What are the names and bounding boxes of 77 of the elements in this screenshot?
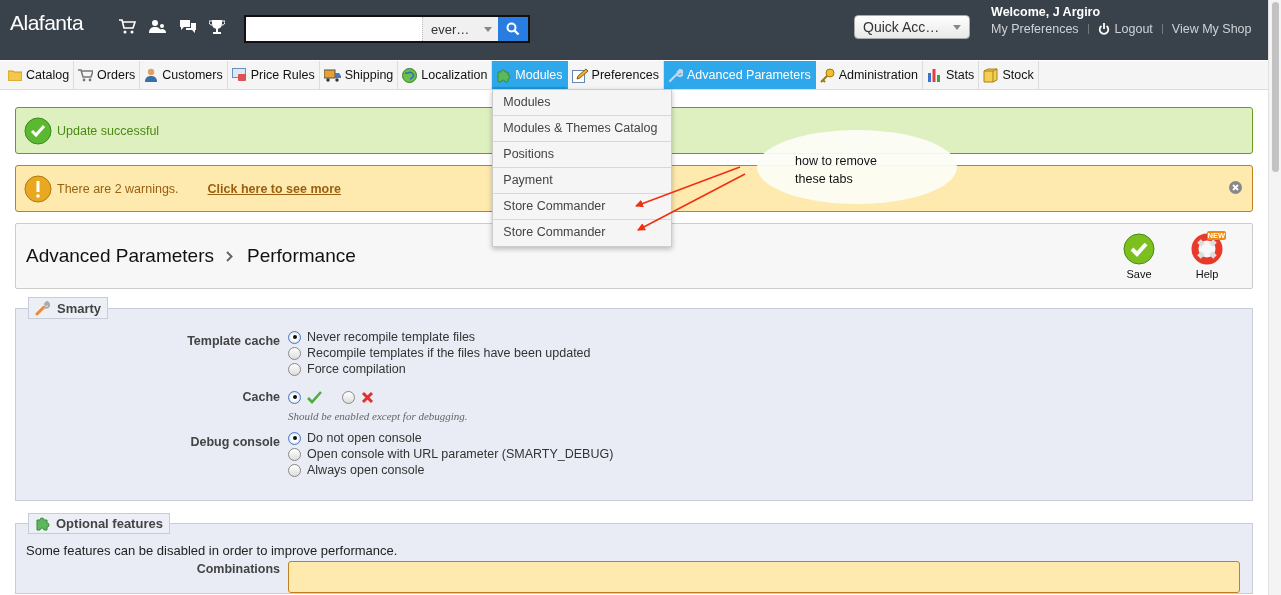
save-button[interactable]: Save [1116, 232, 1162, 280]
globe-icon [402, 67, 418, 83]
puzzle-icon [496, 67, 512, 83]
option-label: Recompile templates if the files have been updated [307, 346, 591, 360]
header-link[interactable]: Logout [1097, 22, 1153, 36]
trophy-icon[interactable] [209, 19, 226, 35]
cart-icon [78, 68, 94, 82]
menu-item[interactable]: Modules [493, 90, 672, 116]
radio-button[interactable] [288, 447, 301, 461]
menu-item[interactable]: Positions [493, 142, 672, 168]
bar-chart-icon [926, 68, 942, 82]
hint-text: Should be enabled except for debugging. [288, 410, 469, 422]
field-label: Debug console [189, 434, 280, 451]
close-icon[interactable] [1229, 181, 1242, 194]
nav-tab[interactable]: Preferences [567, 61, 664, 89]
folder-icon [8, 69, 22, 81]
radio-button[interactable] [288, 463, 301, 477]
header-link[interactable]: View My Shop [1171, 22, 1252, 36]
nav-tab[interactable]: Customers [140, 61, 228, 89]
menu-item[interactable]: Store Commander [493, 194, 672, 220]
shop-logo[interactable]: Alafanta [10, 11, 84, 35]
field-label: Combinations [195, 561, 280, 578]
annotation-text: how to remove these tabs [795, 153, 878, 188]
users-icon[interactable] [149, 19, 168, 33]
option-label: Always open console [307, 463, 425, 477]
nav-tab[interactable]: Stats [922, 61, 980, 89]
check-circle-icon [24, 116, 52, 145]
quick-access-dropdown[interactable]: Quick Acc… [854, 15, 971, 39]
field-label: Cache [241, 389, 280, 406]
wrench-icon [668, 67, 683, 83]
key-icon [819, 67, 835, 83]
nav-tab[interactable]: Catalog [4, 61, 75, 89]
exclamation-icon [24, 174, 52, 203]
field-label: Template cache [186, 333, 280, 350]
check-icon [307, 390, 322, 404]
option-label: Force compilation [307, 362, 406, 376]
person-icon [144, 68, 159, 82]
puzzle-icon [35, 516, 50, 531]
cart-icon[interactable] [119, 19, 138, 34]
breadcrumb-item: Performance [247, 245, 356, 267]
box-icon [983, 67, 999, 83]
wrench-icon [35, 300, 51, 316]
power-icon [1097, 23, 1110, 35]
option-label: Open console with URL parameter (SMARTY_DEBUG) [307, 447, 614, 461]
nav-tab[interactable]: Stock [979, 61, 1039, 89]
radio-button[interactable] [288, 390, 301, 404]
nav-tab[interactable]: Administration [815, 61, 923, 89]
menu-item[interactable]: Payment [493, 168, 672, 194]
menu-item[interactable]: Modules & Themes Catalog [493, 116, 672, 142]
alert-text: There are 2 warnings. [57, 181, 179, 196]
intro-text: Some features can be disabled in order to improve performance. [26, 543, 399, 558]
option-label: Do not open console [307, 431, 422, 445]
scrollbar[interactable] [1268, 0, 1281, 595]
nav-tab[interactable]: Orders [74, 61, 141, 89]
section-legend: Smarty [28, 297, 109, 319]
chevron-icon [226, 250, 233, 262]
radio-button[interactable] [288, 431, 301, 445]
nav-tab[interactable]: Price Rules [227, 61, 320, 89]
section-legend: Optional features [28, 513, 170, 534]
nav-tab[interactable]: Shipping [319, 61, 399, 89]
card-icon [231, 68, 247, 82]
setting-field[interactable] [288, 561, 1240, 593]
radio-button[interactable] [288, 346, 301, 360]
radio-button[interactable] [288, 330, 301, 344]
truck-icon [323, 68, 341, 82]
menu-item[interactable]: Store Commander [493, 220, 672, 246]
chat-icon[interactable] [179, 19, 198, 34]
radio-button[interactable] [342, 390, 355, 404]
option-label: Never recompile template files [307, 330, 476, 344]
breadcrumb-item[interactable]: Advanced Parameters [26, 245, 214, 267]
radio-button[interactable] [288, 362, 301, 376]
cross-icon [361, 390, 374, 404]
header-link[interactable]: My Preferences [991, 22, 1079, 36]
welcome-text: Welcome, J Argiro [991, 5, 1102, 19]
pencil-icon [571, 67, 588, 83]
see-more-link[interactable]: Click here to see more [207, 181, 341, 196]
alert-text: Update successful [57, 123, 160, 138]
